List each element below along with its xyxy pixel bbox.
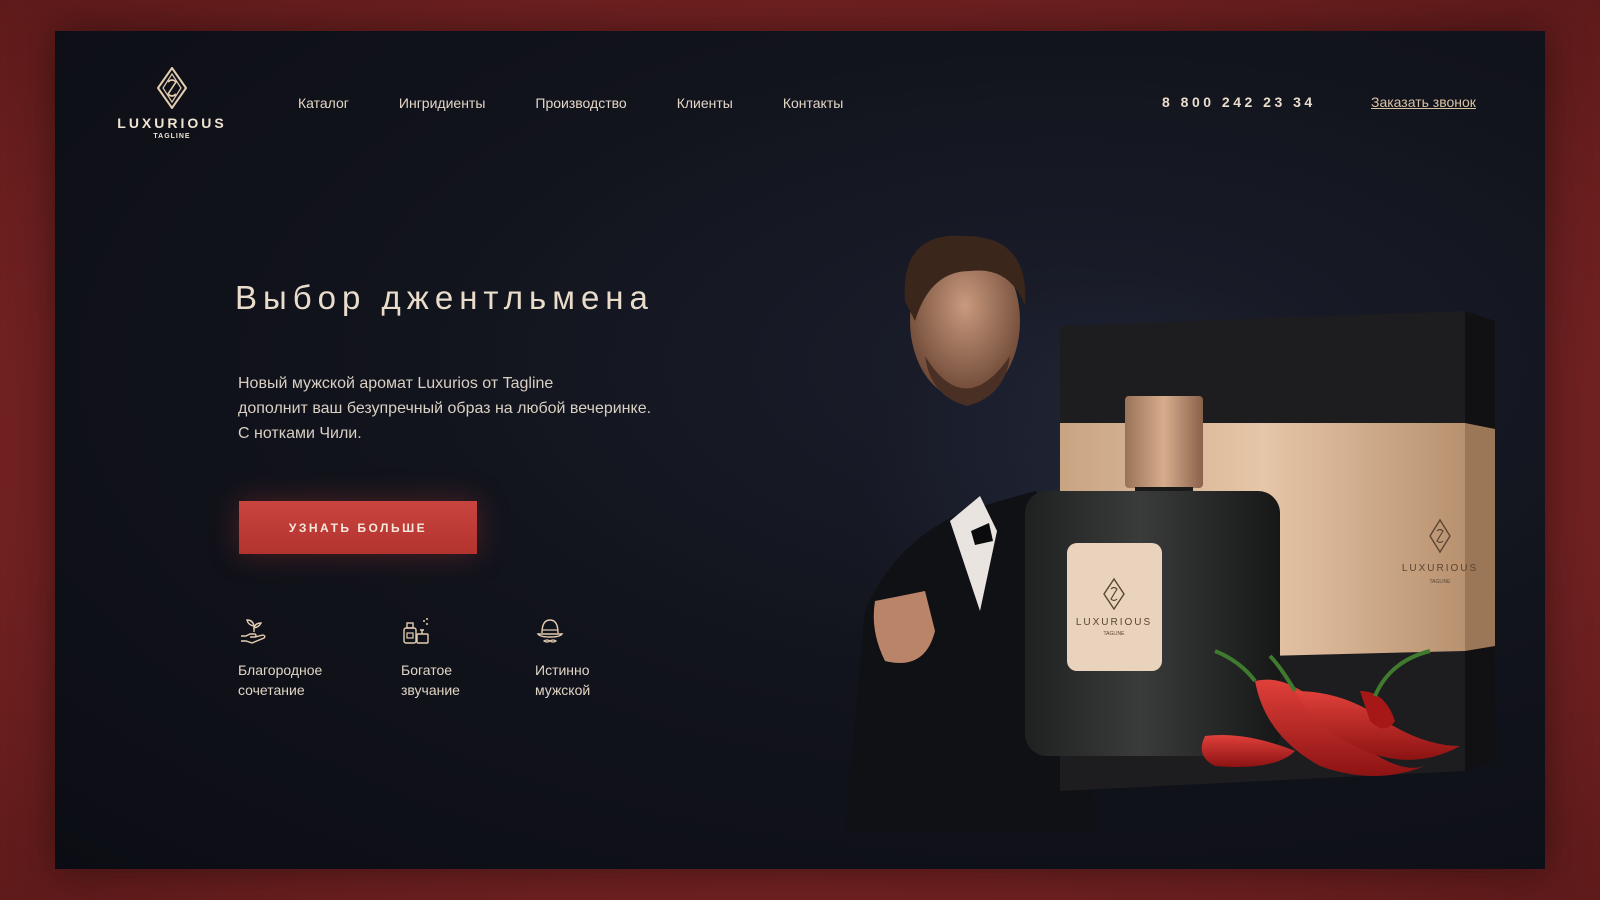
landing-page: LUXURIOUS TAGLINE Каталог Ингридиенты Пр…	[55, 31, 1545, 869]
feature-item: Истинно мужской	[535, 616, 665, 700]
hero-description-line: С нотками Чили.	[238, 425, 362, 442]
learn-more-button[interactable]: УЗНАТЬ БОЛЬШЕ	[239, 501, 477, 554]
callback-link[interactable]: Заказать звонок	[1371, 94, 1476, 110]
bottle-tagline-label: TAGLINE	[1103, 631, 1125, 637]
hero-description: Новый мужской аромат Luxurios от Tagline…	[238, 371, 758, 446]
brand-logo[interactable]: LUXURIOUS TAGLINE	[117, 67, 227, 140]
feature-label-line: сочетание	[238, 682, 305, 698]
bottle-brand-label: LUXURIOUS	[1076, 617, 1152, 628]
gentleman-hat-icon	[536, 619, 564, 643]
feature-item: Богатое звучание	[401, 616, 531, 700]
main-nav: Каталог Ингридиенты Производство Клиенты…	[298, 95, 893, 111]
hero-description-line: дополнит ваш безупречный образ на любой …	[238, 400, 652, 417]
box-brand-label: LUXURIOUS	[1402, 563, 1478, 574]
nav-item-production[interactable]: Производство	[535, 95, 626, 111]
feature-label-line: Благородное	[238, 662, 323, 678]
phone-number[interactable]: 8 800 242 23 34	[1162, 94, 1316, 110]
box-tagline-label: TAGLINE	[1429, 579, 1451, 585]
brand-tagline: TAGLINE	[153, 133, 191, 140]
hero-title: Выбор джентльмена	[235, 279, 654, 316]
hero-description-line: Новый мужской аромат Luxurios от Tagline	[238, 375, 554, 392]
hero-product-visual: LUXURIOUS TAGLINE LUXURIOUS TAGLINE	[775, 191, 1545, 831]
feature-label-line: мужской	[535, 682, 591, 698]
feature-label-line: Богатое	[401, 662, 453, 678]
nav-item-contacts[interactable]: Контакты	[783, 95, 843, 111]
feature-item: Благородное сочетание	[238, 616, 368, 700]
perfume-bottle-icon	[403, 618, 429, 644]
feature-label-line: звучание	[401, 682, 460, 698]
diamond-logo-icon	[157, 67, 187, 109]
nav-item-ingredients[interactable]: Ингридиенты	[399, 95, 486, 111]
hand-leaves-icon	[241, 619, 266, 644]
product-illustration: LUXURIOUS TAGLINE LUXURIOUS TAGLINE	[845, 235, 1495, 831]
brand-name: LUXURIOUS	[117, 115, 227, 131]
nav-item-clients[interactable]: Клиенты	[677, 95, 733, 111]
feature-label-line: Истинно	[535, 662, 590, 678]
nav-item-catalog[interactable]: Каталог	[298, 95, 349, 111]
